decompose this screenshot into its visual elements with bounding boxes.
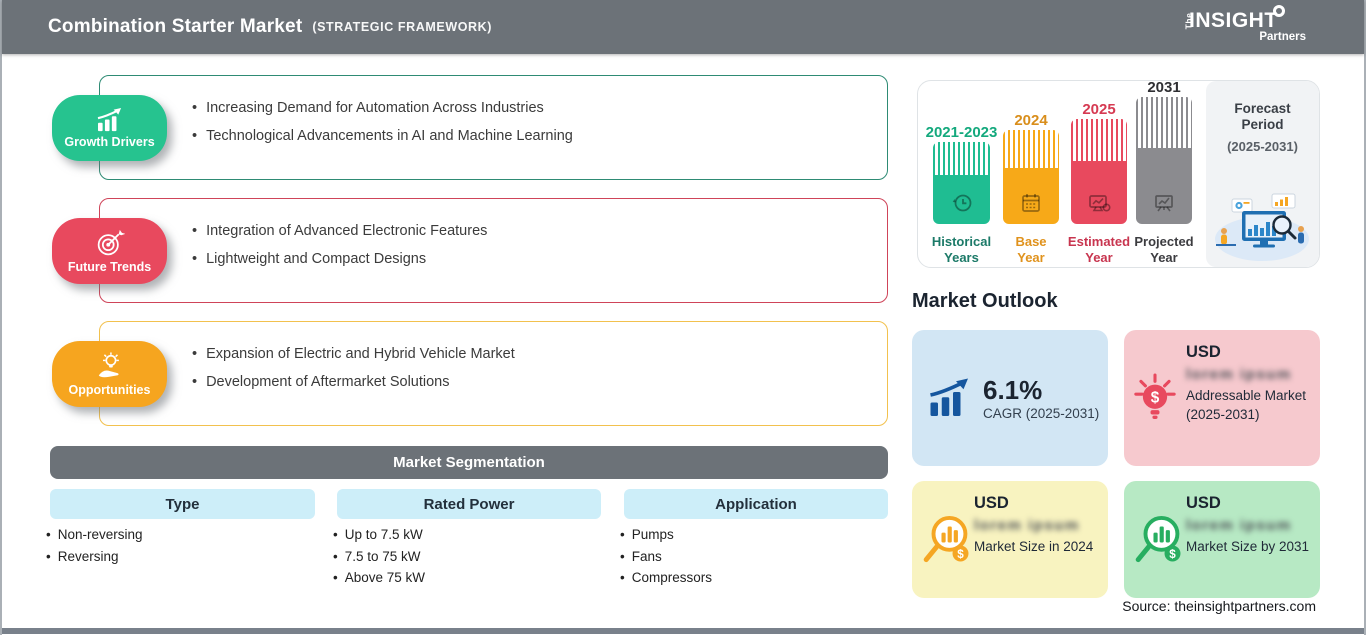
list-item: Expansion of Electric and Hybrid Vehicle… — [192, 341, 887, 369]
future-trends-section: Integration of Advanced Electronic Featu… — [2, 198, 902, 303]
logo-magnifier-loop-icon — [1272, 5, 1285, 17]
blurred-value: lorem ipsum — [1186, 366, 1292, 383]
analytics-illustration — [1215, 193, 1309, 261]
svg-text:$: $ — [1169, 548, 1176, 561]
forecast-label: Forecast — [1234, 101, 1291, 116]
badge-label: Growth Drivers — [64, 134, 155, 149]
list-item: Up to 7.5 kW — [333, 524, 425, 546]
svg-text:$: $ — [1151, 389, 1160, 406]
list-item: Non-reversing — [46, 524, 143, 546]
list-item: Development of Aftermarket Solutions — [192, 369, 887, 397]
list-item: Lightweight and Compact Designs — [192, 246, 887, 274]
list-item: Fans — [620, 546, 712, 568]
badge-label: Opportunities — [68, 382, 151, 397]
future-trends-box: Integration of Advanced Electronic Featu… — [99, 198, 888, 303]
bar-caption-projected: Projected Year — [1134, 234, 1194, 265]
dollar-bulb-icon: $ — [1134, 373, 1176, 419]
opportunities-section: Expansion of Electric and Hybrid Vehicle… — [2, 321, 902, 426]
market-size-2024-card: $ USD lorem ipsum Market Size in 2024 — [912, 481, 1108, 598]
card-label: Market Size by 2031 — [1186, 539, 1310, 554]
history-clock-icon — [952, 194, 971, 212]
target-dart-icon — [97, 229, 125, 255]
opportunities-badge: Opportunities — [52, 341, 167, 407]
list-item: Above 75 kW — [333, 567, 425, 589]
future-trends-list: Integration of Advanced Electronic Featu… — [100, 199, 887, 273]
growth-drivers-list: Increasing Demand for Automation Across … — [100, 76, 887, 150]
market-outlook-title: Market Outlook — [912, 290, 1058, 312]
application-items-list: Pumps Fans Compressors — [620, 524, 712, 589]
insight-partners-logo: The INSIGHT Partners — [1180, 5, 1312, 49]
growth-drivers-section: Increasing Demand for Automation Across … — [2, 75, 902, 180]
projected-year-bar — [1136, 97, 1192, 224]
bar-chart-growth-icon — [97, 107, 121, 131]
cagr-card: 6.1% CAGR (2025-2031) — [912, 330, 1108, 466]
market-segmentation-header: Market Segmentation — [50, 446, 888, 479]
list-item: 7.5 to 75 kW — [333, 546, 425, 568]
idea-bulb-hand-icon — [98, 351, 119, 377]
forecast-label: Period — [1241, 117, 1284, 132]
svg-text:$: $ — [957, 548, 964, 561]
timeline-card: Forecast Period (2025-2031) 2021-2023 20… — [917, 79, 1320, 268]
list-item: Technological Advancements in AI and Mac… — [192, 123, 887, 151]
logo-partners-text: Partners — [1259, 31, 1306, 43]
opportunities-box: Expansion of Electric and Hybrid Vehicle… — [99, 321, 888, 426]
addressable-market-card: $ USD lorem ipsum Addressable Market (20… — [1124, 330, 1320, 466]
type-items-list: Non-reversing Reversing — [46, 524, 143, 567]
list-item: Integration of Advanced Electronic Featu… — [192, 218, 887, 246]
magnifier-chart-dollar-icon: $ — [1135, 515, 1181, 562]
source-attribution: Source: theinsightpartners.com — [1122, 598, 1316, 614]
badge-label: Future Trends — [67, 259, 152, 274]
logo-insight-text: INSIGHT — [1189, 5, 1285, 33]
currency-label: USD — [1186, 494, 1221, 512]
growth-drivers-box: Increasing Demand for Automation Across … — [99, 75, 888, 180]
currency-label: USD — [1186, 343, 1221, 361]
bottom-border-strip — [2, 628, 1364, 634]
opportunities-list: Expansion of Electric and Hybrid Vehicle… — [100, 322, 887, 396]
historical-years-bar — [933, 142, 990, 224]
projection-board-icon — [1155, 195, 1173, 212]
list-item: Compressors — [620, 567, 712, 589]
forecast-period-panel: Forecast Period (2025-2031) — [1206, 81, 1319, 267]
page-subtitle: (STRATEGIC FRAMEWORK) — [312, 20, 493, 34]
forecast-range: (2025-2031) — [1227, 139, 1298, 154]
card-label: Market Size in 2024 — [974, 539, 1094, 554]
segmentation-column-type: Type — [50, 489, 315, 519]
cagr-label: CAGR (2025-2031) — [983, 405, 1100, 421]
base-year-bar — [1003, 130, 1059, 224]
currency-label: USD — [974, 494, 1009, 512]
growth-drivers-badge: Growth Drivers — [52, 95, 167, 161]
estimate-monitor-icon — [1089, 195, 1111, 212]
cagr-value: 6.1% — [983, 374, 1043, 405]
segmentation-column-rated-power: Rated Power — [337, 489, 601, 519]
infographic-page: Combination Starter Market (STRATEGIC FR… — [0, 0, 1366, 635]
page-title: Combination Starter Market — [48, 16, 303, 37]
future-trends-badge: Future Trends — [52, 218, 167, 284]
segmentation-column-application: Application — [624, 489, 888, 519]
cagr-growth-chart-icon — [930, 378, 968, 416]
year-label-projected: 2031 — [1147, 79, 1181, 96]
blurred-value: lorem ipsum — [1186, 517, 1292, 534]
list-item: Pumps — [620, 524, 712, 546]
blurred-value: lorem ipsum — [974, 517, 1080, 534]
card-label: Addressable Market (2025-2031) — [1186, 388, 1307, 422]
list-item: Reversing — [46, 546, 143, 568]
rated-power-items-list: Up to 7.5 kW 7.5 to 75 kW Above 75 kW — [333, 524, 425, 589]
market-size-2031-card: $ USD lorem ipsum Market Size by 2031 — [1124, 481, 1320, 598]
list-item: Increasing Demand for Automation Across … — [192, 95, 887, 123]
header-bar: Combination Starter Market (STRATEGIC FR… — [2, 0, 1364, 54]
estimated-year-bar — [1071, 119, 1127, 224]
magnifier-chart-dollar-icon: $ — [923, 515, 969, 562]
calendar-icon — [1022, 193, 1040, 212]
